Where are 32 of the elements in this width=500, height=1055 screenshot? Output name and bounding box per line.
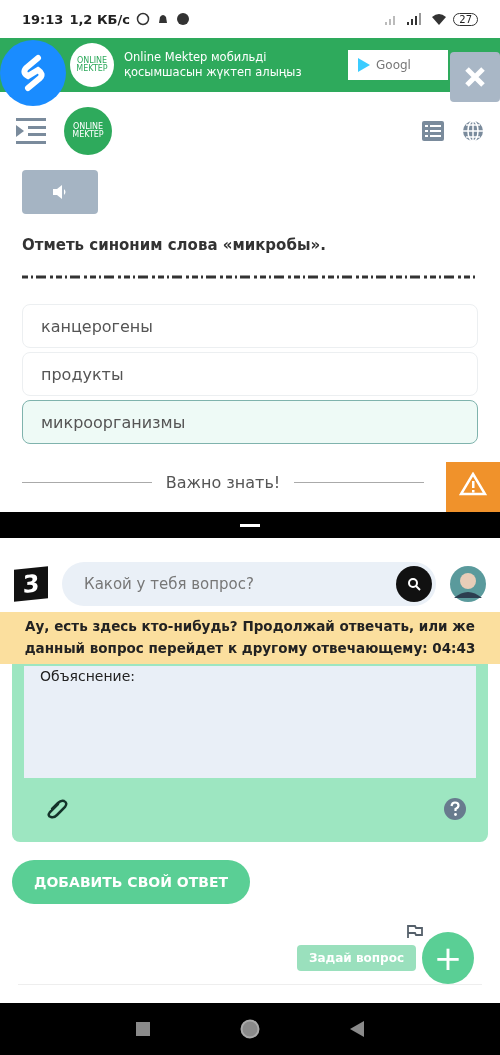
- network-speed: 1,2 КБ/с: [69, 11, 130, 27]
- search-button[interactable]: [396, 566, 432, 603]
- answer-option[interactable]: канцерогены: [22, 304, 478, 348]
- warning-icon: [459, 472, 487, 496]
- play-store-icon: [358, 58, 370, 72]
- list-icon[interactable]: [422, 121, 444, 141]
- speaker-icon: [52, 184, 68, 200]
- flag-icon[interactable]: [406, 923, 424, 938]
- timeout-notice: Ау, есть здесь кто-нибудь? Продолжай отвечать, или же данный вопрос перейдет к другому отвечающему: 04:43: [0, 612, 500, 664]
- banner-text: Online Mektep мобильді қосымшасын жүктеп алыңыз: [124, 50, 303, 80]
- status-time: 19:13: [22, 11, 64, 27]
- warning-button[interactable]: [446, 462, 500, 514]
- wifi-icon: [431, 13, 448, 25]
- search-icon: [407, 577, 421, 592]
- brainly-logo[interactable]: 3: [14, 566, 48, 603]
- banner-logo: ONLINE MEKTEP: [70, 43, 114, 87]
- question-text: Отметь синоним слова «микробы».: [22, 236, 327, 254]
- section-heading: Важно знать!: [165, 472, 281, 492]
- google-play-button[interactable]: Googl: [348, 50, 448, 80]
- close-icon: [464, 66, 486, 88]
- help-icon[interactable]: [444, 797, 466, 820]
- globe-icon[interactable]: [462, 120, 484, 142]
- answer-field[interactable]: Объяснение:: [24, 665, 476, 778]
- home-icon[interactable]: [240, 1019, 260, 1039]
- menu-icon[interactable]: [16, 118, 46, 144]
- floating-shazam-icon[interactable]: [0, 40, 66, 106]
- answer-option[interactable]: продукты: [22, 352, 478, 396]
- answer-option[interactable]: микроорганизмы: [22, 400, 478, 444]
- search-field[interactable]: Какой у тебя вопрос?: [82, 574, 396, 595]
- search-bar[interactable]: Какой у тебя вопрос?: [62, 562, 436, 607]
- back-icon[interactable]: [350, 1021, 364, 1037]
- avatar[interactable]: [450, 566, 486, 603]
